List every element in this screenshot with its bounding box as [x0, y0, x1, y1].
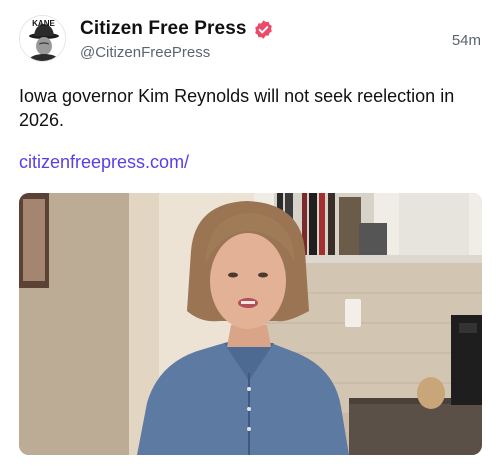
display-name[interactable]: Citizen Free Press [80, 18, 247, 40]
video-still-image [19, 193, 482, 455]
post-timestamp[interactable]: 54m [452, 32, 481, 49]
post-text: Iowa governor Kim Reynolds will not seek… [19, 86, 455, 130]
post-link[interactable]: citizenfreepress.com/ [19, 152, 189, 173]
avatar-logo-text: KANE [32, 19, 55, 28]
avatar[interactable]: KANE [19, 15, 66, 62]
account-handle[interactable]: @CitizenFreePress [80, 44, 210, 61]
social-post: KANE Citizen Free Press @CitizenFreePres… [0, 0, 500, 466]
avatar-image: KANE [20, 16, 65, 61]
name-row: Citizen Free Press [80, 17, 274, 41]
video-thumbnail[interactable] [19, 193, 482, 455]
verified-badge-icon [253, 19, 274, 40]
